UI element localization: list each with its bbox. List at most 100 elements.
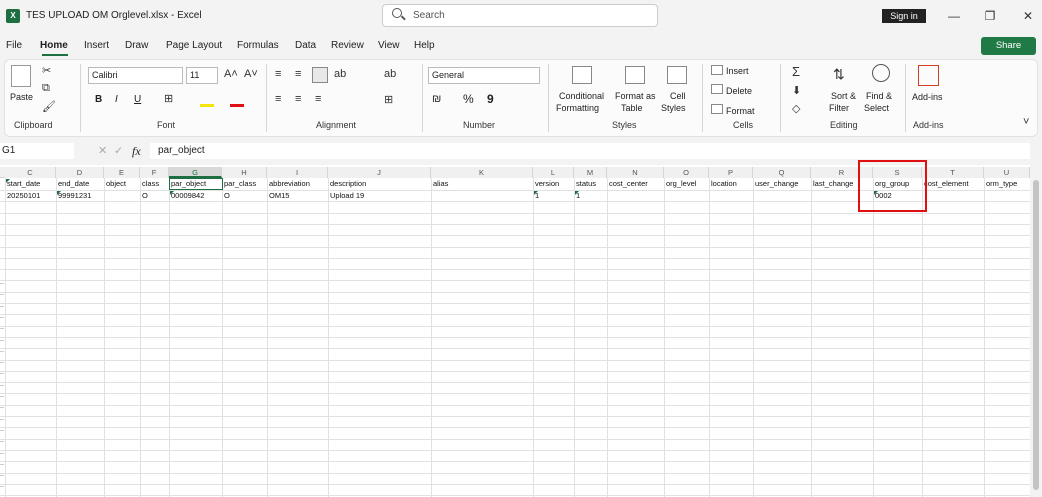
cancel-icon[interactable]: ✕ bbox=[98, 144, 107, 157]
align-center-icon[interactable]: ≡ bbox=[295, 93, 301, 105]
data-cell[interactable]: 1 bbox=[533, 190, 574, 201]
bottom-align-icon[interactable] bbox=[312, 67, 328, 83]
delete-cells-button[interactable]: Delete bbox=[726, 86, 752, 96]
menu-file[interactable]: File bbox=[6, 40, 22, 51]
header-cell-cost-element[interactable]: cost_element bbox=[922, 178, 984, 189]
header-cell-object[interactable]: object bbox=[104, 178, 140, 189]
format-painter-icon[interactable]: 🖌 bbox=[42, 100, 56, 113]
insert-cells-icon[interactable] bbox=[711, 65, 723, 75]
restore-button[interactable]: ❐ bbox=[980, 6, 1000, 26]
row-number-stub[interactable] bbox=[0, 373, 4, 378]
header-cell-class[interactable]: class bbox=[140, 178, 169, 189]
data-cell[interactable]: 99991231 bbox=[56, 190, 104, 201]
row-number-stub[interactable] bbox=[0, 430, 4, 435]
menu-draw[interactable]: Draw bbox=[125, 40, 148, 51]
column-header[interactable]: M bbox=[574, 167, 607, 178]
copy-icon[interactable]: ⧉ bbox=[42, 82, 50, 95]
insert-function-icon[interactable]: fx bbox=[132, 144, 141, 159]
data-cell[interactable] bbox=[607, 190, 664, 201]
sign-in-button[interactable]: Sign in bbox=[882, 9, 926, 23]
enter-icon[interactable]: ✓ bbox=[114, 144, 123, 157]
header-cell-user-change[interactable]: user_change bbox=[753, 178, 811, 189]
row-number-stub[interactable] bbox=[0, 317, 4, 322]
column-header[interactable]: K bbox=[431, 167, 533, 178]
delete-cells-icon[interactable] bbox=[711, 84, 723, 94]
column-header[interactable]: P bbox=[709, 167, 753, 178]
formula-input[interactable]: par_object bbox=[150, 143, 1030, 159]
add-ins-button[interactable]: Add-ins bbox=[912, 92, 943, 102]
data-cell[interactable] bbox=[984, 190, 1030, 201]
sort-filter-icon[interactable]: ⇅ bbox=[833, 66, 845, 83]
orientation-icon[interactable]: ab bbox=[334, 68, 346, 80]
data-cell[interactable]: 00009842 bbox=[169, 190, 222, 201]
top-align-icon[interactable]: ≡ bbox=[275, 68, 281, 80]
data-cell[interactable] bbox=[709, 190, 753, 201]
data-cell[interactable] bbox=[664, 190, 709, 201]
menu-view[interactable]: View bbox=[378, 40, 400, 51]
column-header[interactable]: C bbox=[5, 167, 56, 178]
column-header[interactable]: O bbox=[664, 167, 709, 178]
row-number-stub[interactable] bbox=[0, 419, 4, 424]
sort-filter-label2[interactable]: Filter bbox=[829, 103, 849, 113]
bold-button[interactable]: B bbox=[95, 94, 102, 105]
header-cell-org-level[interactable]: org_level bbox=[664, 178, 709, 189]
cell-styles-label2[interactable]: Styles bbox=[661, 103, 686, 113]
cut-icon[interactable]: ✂ bbox=[42, 64, 51, 77]
row-number-stub[interactable] bbox=[0, 396, 4, 401]
header-cell-abbreviation[interactable]: abbreviation bbox=[267, 178, 328, 189]
align-left-icon[interactable]: ≡ bbox=[275, 93, 281, 105]
header-cell-cost-center[interactable]: cost_center bbox=[607, 178, 664, 189]
close-button[interactable]: ✕ bbox=[1018, 6, 1038, 26]
column-header[interactable]: I bbox=[267, 167, 328, 178]
row-number-stub[interactable] bbox=[0, 340, 4, 345]
row-number-stub[interactable] bbox=[0, 475, 4, 480]
conditional-formatting-icon[interactable] bbox=[572, 66, 592, 84]
percent-style-button[interactable]: % bbox=[463, 92, 474, 106]
minimize-button[interactable]: — bbox=[944, 6, 964, 26]
data-cell[interactable]: 20250101 bbox=[5, 190, 56, 201]
paste-button[interactable]: Paste bbox=[10, 92, 33, 102]
data-cell[interactable]: OM15 bbox=[267, 190, 328, 201]
row-number-stub[interactable] bbox=[0, 464, 4, 469]
insert-cells-button[interactable]: Insert bbox=[726, 66, 749, 76]
format-as-table-label2[interactable]: Table bbox=[621, 103, 643, 113]
header-cell-description[interactable]: description bbox=[328, 178, 431, 189]
conditional-formatting-label1[interactable]: Conditional bbox=[559, 91, 604, 101]
cell-styles-label1[interactable]: Cell bbox=[670, 91, 686, 101]
scrollbar-thumb[interactable] bbox=[1033, 180, 1039, 490]
menu-home[interactable]: Home bbox=[40, 40, 68, 51]
number-format-select[interactable]: General bbox=[428, 67, 540, 84]
worksheet-grid[interactable] bbox=[0, 165, 1030, 497]
fill-icon[interactable]: ⬇ bbox=[792, 84, 801, 97]
add-ins-icon[interactable] bbox=[918, 65, 939, 86]
header-cell-end-date[interactable]: end_date bbox=[56, 178, 104, 189]
accounting-format-icon[interactable]: ₪ bbox=[432, 93, 441, 105]
column-header[interactable]: U bbox=[984, 167, 1030, 178]
fill-color-icon[interactable] bbox=[200, 104, 214, 107]
column-header[interactable]: H bbox=[222, 167, 267, 178]
middle-align-icon[interactable]: ≡ bbox=[295, 68, 301, 80]
name-box[interactable]: G1 bbox=[0, 143, 74, 159]
row-number-stub[interactable] bbox=[0, 441, 4, 446]
row-number-stub[interactable] bbox=[0, 294, 4, 299]
collapse-ribbon-icon[interactable]: ˅ bbox=[1023, 116, 1029, 128]
menu-data[interactable]: Data bbox=[295, 40, 316, 51]
underline-button[interactable]: U bbox=[134, 94, 141, 105]
font-color-icon[interactable] bbox=[230, 104, 244, 107]
column-header[interactable]: T bbox=[922, 167, 984, 178]
increase-font-icon[interactable]: A˄ bbox=[224, 68, 238, 80]
data-cell[interactable] bbox=[753, 190, 811, 201]
column-header[interactable]: J bbox=[328, 167, 431, 178]
row-number-stub[interactable] bbox=[0, 306, 4, 311]
merge-center-icon[interactable]: ⊞ bbox=[384, 93, 393, 106]
column-header[interactable]: G bbox=[169, 167, 222, 178]
data-cell[interactable] bbox=[104, 190, 140, 201]
data-cell[interactable]: O bbox=[222, 190, 267, 201]
find-select-label2[interactable]: Select bbox=[864, 103, 889, 113]
menu-formulas[interactable]: Formulas bbox=[237, 40, 279, 51]
paste-icon[interactable] bbox=[11, 65, 31, 87]
menu-review[interactable]: Review bbox=[331, 40, 364, 51]
header-cell-start-date[interactable]: start_date bbox=[5, 178, 56, 189]
selected-cell[interactable] bbox=[169, 178, 223, 190]
clear-icon[interactable]: ◇ bbox=[792, 102, 800, 115]
